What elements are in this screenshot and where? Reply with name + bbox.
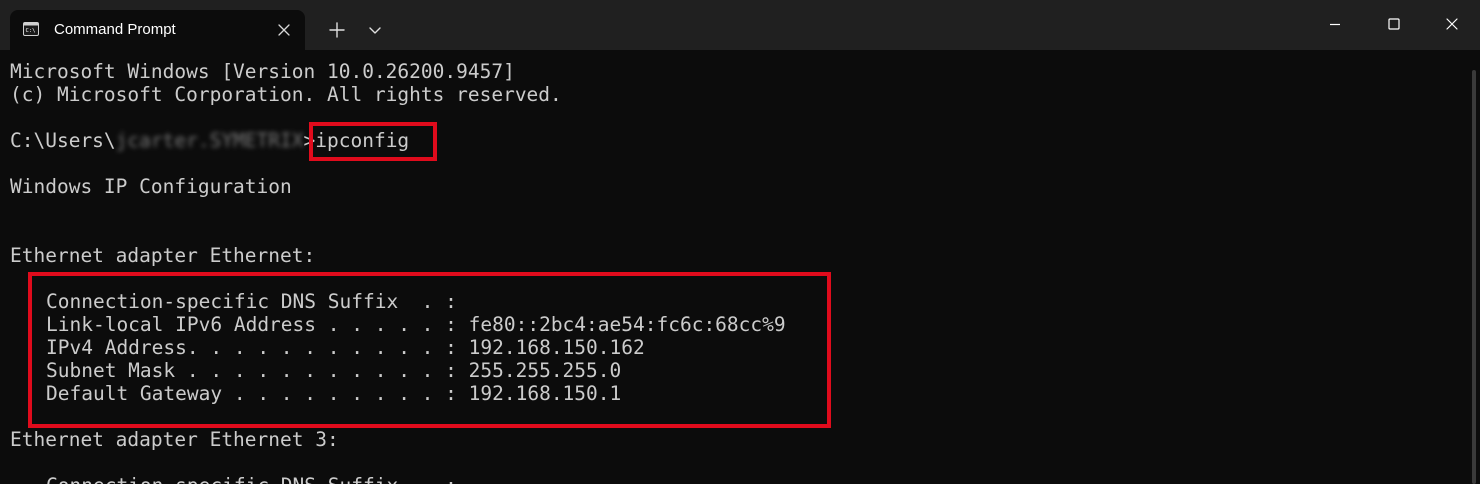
tab-command-prompt[interactable]: C:\ Command Prompt [10,10,305,50]
minimize-icon[interactable] [1319,8,1351,40]
command-prompt-window: C:\ Command Prompt Microsoft Windows [Ve… [0,0,1480,484]
command-highlight-box [309,122,437,161]
vertical-scrollbar[interactable] [1472,70,1476,484]
chevron-down-icon[interactable] [362,17,388,43]
title-bar[interactable]: C:\ Command Prompt [0,0,1480,50]
tab-title: Command Prompt [54,21,176,38]
close-icon[interactable] [1436,8,1468,40]
adapter-detail-row: Connection-specific DNS Suffix . : [46,474,457,484]
copyright-line: (c) Microsoft Corporation. All rights re… [10,83,562,106]
ip-config-heading: Windows IP Configuration [10,175,292,198]
plus-icon[interactable] [324,17,350,43]
version-line: Microsoft Windows [Version 10.0.26200.94… [10,60,515,83]
redacted-username: jcarter.SYMETRIX [115,129,304,152]
adapter-header: Ethernet adapter Ethernet: [10,244,316,267]
console-output[interactable]: Microsoft Windows [Version 10.0.26200.94… [0,50,1470,484]
close-icon[interactable] [275,21,293,39]
prompt-path: C:\Users\ [10,129,116,152]
adapter-details-highlight-box [28,272,831,428]
maximize-icon[interactable] [1378,8,1410,40]
terminal-icon: C:\ [23,22,39,36]
adapter-header: Ethernet adapter Ethernet 3: [10,428,339,451]
svg-text:C:\: C:\ [26,28,36,34]
